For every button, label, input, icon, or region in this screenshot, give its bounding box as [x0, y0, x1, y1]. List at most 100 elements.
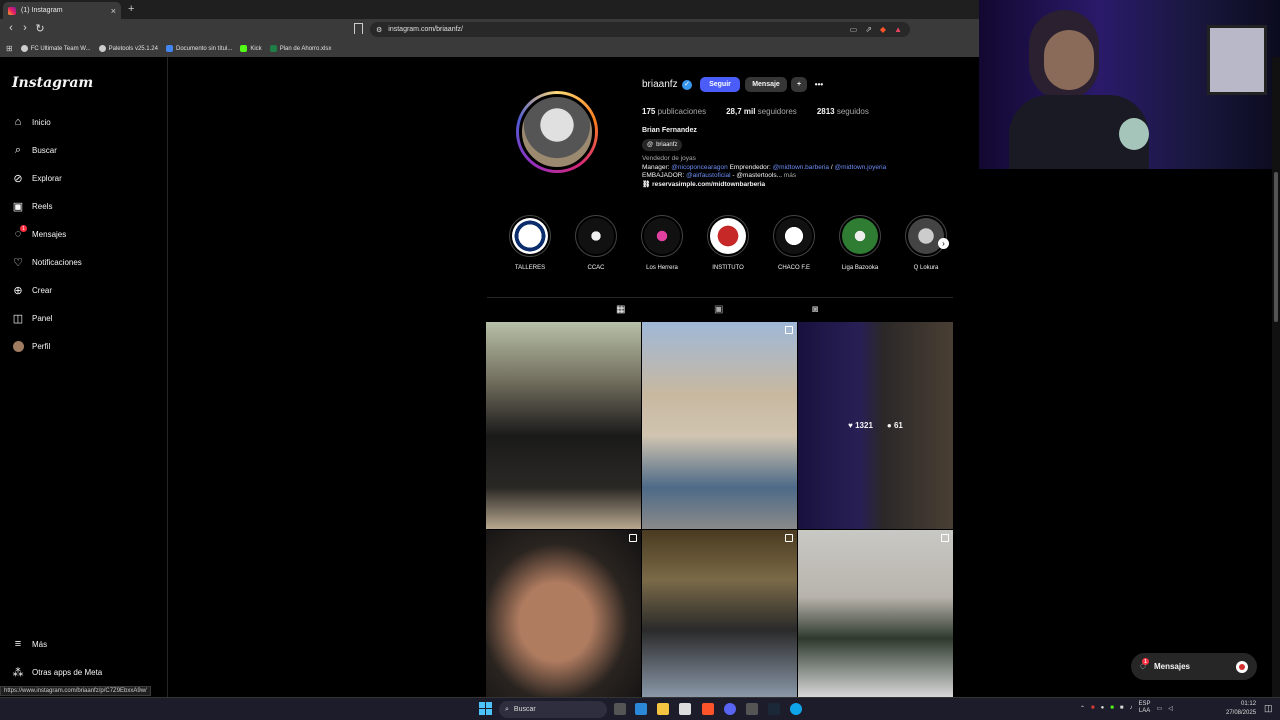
widgets-icon[interactable]: [635, 703, 647, 715]
bookmark-item[interactable]: Plan de Ahorro.xlsx: [269, 45, 331, 52]
language-indicator[interactable]: ESP LAA: [1139, 701, 1151, 715]
threads-badge[interactable]: @ briaanfz: [642, 139, 683, 151]
bookmark-item[interactable]: Documento sin títul...: [165, 45, 232, 52]
sidebar-item-crear[interactable]: ⊕ Crear: [12, 284, 52, 297]
store-icon[interactable]: [679, 703, 691, 715]
start-icon[interactable]: [479, 702, 492, 715]
post-thumbnail[interactable]: [486, 530, 641, 697]
carousel-icon: [785, 534, 793, 542]
task-view-icon[interactable]: [614, 703, 626, 715]
address-bar[interactable]: ⚙ instagram.com/briaanfz/ ▭ ⇗ ◆ ▲: [370, 22, 910, 37]
carousel-icon: [785, 326, 793, 334]
highlight-item[interactable]: CHACO F.E: [771, 215, 817, 271]
discord-icon[interactable]: [724, 703, 736, 715]
sidebar-item-mas[interactable]: ≡ Más: [12, 638, 47, 650]
bio-mention[interactable]: @airfaustoficial: [686, 172, 731, 179]
sidebar-item-perfil[interactable]: Perfil: [12, 340, 50, 352]
browser-toolbar: ‹ › ↻ ⚙ instagram.com/briaanfz/ ▭ ⇗ ◆ ▲: [0, 19, 980, 40]
brave-icon[interactable]: [702, 703, 714, 715]
site-info-icon[interactable]: ⚙: [376, 26, 382, 34]
tagged-tab-icon[interactable]: ◙: [812, 304, 818, 315]
bio-line-1: Manager: @nicoponcearagon Emprendedor: @…: [642, 163, 887, 171]
bio-mention[interactable]: @midtown.joyeria: [834, 164, 886, 171]
post-thumbnail[interactable]: [486, 322, 641, 529]
highlight-item[interactable]: TALLERES: [507, 215, 553, 271]
post-thumbnail[interactable]: [642, 530, 797, 697]
back-icon[interactable]: ‹: [4, 22, 18, 34]
clock[interactable]: 01:12 27/08/2025: [1226, 700, 1256, 718]
follow-button[interactable]: Seguir: [700, 77, 740, 92]
likes-count: ♥ 1321: [848, 421, 873, 430]
suggested-users-button[interactable]: +: [791, 77, 807, 92]
scrollbar-thumb[interactable]: [1274, 172, 1278, 322]
app-icon[interactable]: [746, 703, 758, 715]
post-thumbnail[interactable]: [798, 530, 953, 697]
more-options-button[interactable]: •••: [811, 77, 827, 92]
highlight-item[interactable]: Los Herrera: [639, 215, 685, 271]
posts-grid-tab-icon[interactable]: ▦: [616, 304, 625, 315]
search-icon: ⌕: [505, 705, 509, 713]
messages-bubble[interactable]: ◌ 1 Mensajes: [1131, 653, 1257, 680]
bio-link[interactable]: ⛓ reservasimple.com/midtownbarberia: [642, 181, 942, 190]
bookmark-item[interactable]: Kick: [240, 45, 262, 52]
sidebar-item-explorar[interactable]: ⊘ Explorar: [12, 172, 61, 185]
menu-icon: ≡: [14, 638, 22, 650]
bookmark-item[interactable]: Paletools v25.1.24: [98, 45, 158, 52]
bookmark-item[interactable]: FC Ultimate Team W...: [20, 45, 91, 52]
post-hover-overlay: ♥ 1321 ● 61: [798, 322, 953, 529]
brave-rewards-icon[interactable]: ▲: [894, 25, 902, 34]
sidebar-item-mensajes[interactable]: ◌ 1 Mensajes: [12, 225, 66, 240]
message-button[interactable]: Mensaje: [745, 77, 787, 92]
post-thumbnail[interactable]: ♥ 1321 ● 61: [798, 322, 953, 529]
taskbar-search[interactable]: ⌕ Buscar: [499, 701, 607, 718]
post-thumbnail[interactable]: [642, 322, 797, 529]
bio-more-link[interactable]: más: [782, 172, 796, 179]
bio-mention[interactable]: @nicoponcearagon: [671, 164, 727, 171]
new-tab-button[interactable]: +: [128, 3, 134, 15]
highlight-item[interactable]: CCAC: [573, 215, 619, 271]
notifications-icon[interactable]: ◫: [1264, 703, 1273, 714]
tray-app-icon[interactable]: ■: [1110, 705, 1114, 711]
reload-icon[interactable]: ↻: [33, 22, 47, 35]
highlight-item[interactable]: Liga Bazooka: [837, 215, 883, 271]
notification-badge: 1: [1141, 658, 1149, 665]
sidebar-item-panel[interactable]: ◫ Panel: [12, 312, 53, 325]
followers-stat[interactable]: 28,7 mil seguidores: [726, 107, 797, 116]
tray-app-icon[interactable]: ●: [1101, 705, 1105, 711]
cast-icon[interactable]: ▭: [850, 25, 858, 34]
bookmark-icon[interactable]: [354, 23, 363, 34]
browser-tab[interactable]: (1) Instagram ×: [3, 2, 121, 19]
brave-shield-icon[interactable]: ◆: [880, 25, 886, 34]
sidebar-item-reels[interactable]: ▣ Reels: [12, 200, 53, 213]
file-explorer-icon[interactable]: [657, 703, 669, 715]
ig-sidebar: Instagram ⌂ Inicio ⌕ Buscar ⊘ Explorar ▣ Ree…: [0, 57, 168, 697]
forward-icon[interactable]: ›: [18, 22, 32, 34]
highlights-next-icon[interactable]: ›: [938, 238, 949, 249]
instagram-logo[interactable]: Instagram: [12, 75, 93, 91]
bio-mention[interactable]: @midtown.barberia: [773, 164, 829, 171]
sidebar-item-notificaciones[interactable]: ♡ Notificaciones: [12, 256, 82, 269]
chevron-up-icon[interactable]: ⌃: [1080, 705, 1085, 712]
close-tab-icon[interactable]: ×: [111, 6, 116, 16]
following-stat[interactable]: 2813 seguidos: [817, 107, 869, 116]
sidebar-item-meta-apps[interactable]: ⁂ Otras apps de Meta: [12, 666, 103, 679]
tray-app-icon[interactable]: ■: [1120, 705, 1124, 711]
apps-grid-icon[interactable]: ⊞: [6, 44, 13, 53]
reels-tab-icon[interactable]: ▣: [714, 304, 723, 315]
bio-line-2: EMBAJADOR: @airfaustoficial - @mastertoo…: [642, 172, 797, 179]
profile-full-name: Brian Fernandez: [642, 127, 697, 134]
tray-app-icon[interactable]: ■: [1091, 705, 1095, 711]
network-icon[interactable]: ▭: [1157, 705, 1163, 712]
edge-icon[interactable]: [790, 703, 802, 715]
highlight-item[interactable]: INSTITUTO: [705, 215, 751, 271]
share-icon[interactable]: ⇗: [865, 25, 872, 34]
sidebar-item-inicio[interactable]: ⌂ Inicio: [12, 116, 51, 128]
volume-icon[interactable]: ◁: [1168, 705, 1173, 712]
steam-icon[interactable]: [768, 703, 780, 715]
threads-icon: @: [647, 142, 654, 148]
page-scrollbar[interactable]: [1272, 57, 1280, 697]
microphone-icon[interactable]: ♪: [1130, 705, 1133, 711]
sidebar-item-buscar[interactable]: ⌕ Buscar: [12, 144, 57, 156]
profile-bio: Vendedor de joyas Manager: @nicoponceara…: [642, 155, 942, 189]
profile-avatar[interactable]: [516, 91, 598, 173]
